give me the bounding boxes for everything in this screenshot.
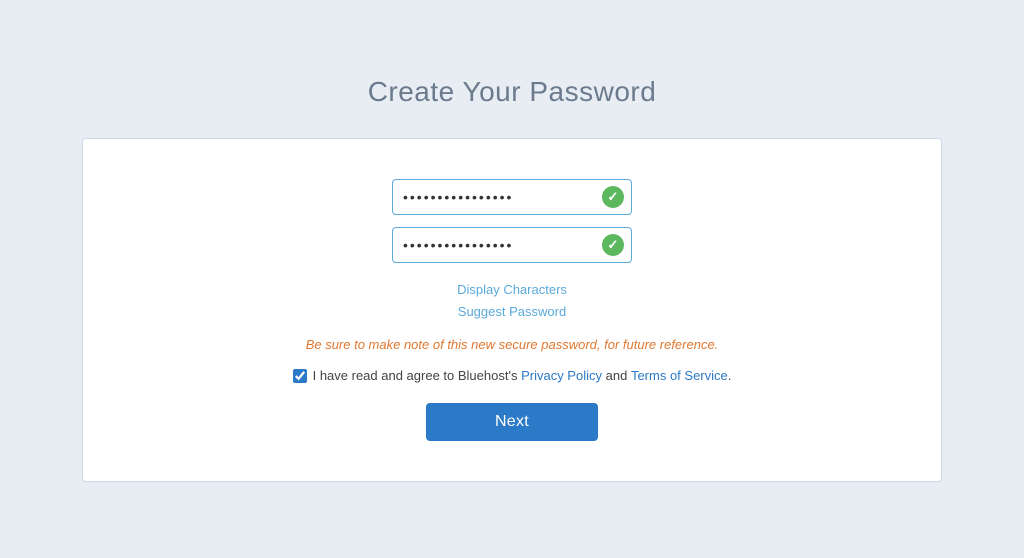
confirm-password-check-icon bbox=[602, 234, 624, 256]
password-input[interactable] bbox=[392, 179, 632, 215]
display-characters-link[interactable]: Display Characters bbox=[457, 279, 567, 301]
suggest-password-link[interactable]: Suggest Password bbox=[458, 301, 566, 323]
next-button[interactable]: Next bbox=[426, 403, 598, 441]
terms-of-service-link[interactable]: Terms of Service bbox=[631, 368, 728, 383]
form-section: Display Characters Suggest Password Be s… bbox=[133, 179, 891, 441]
password-links: Display Characters Suggest Password bbox=[457, 279, 567, 323]
confirm-password-input-row bbox=[392, 227, 632, 263]
form-card: Display Characters Suggest Password Be s… bbox=[82, 138, 942, 482]
agreement-text: I have read and agree to Bluehost's Priv… bbox=[313, 368, 732, 383]
confirm-password-input[interactable] bbox=[392, 227, 632, 263]
page-title: Create Your Password bbox=[368, 76, 657, 108]
password-check-icon bbox=[602, 186, 624, 208]
agreement-checkbox[interactable] bbox=[293, 369, 307, 383]
password-input-row bbox=[392, 179, 632, 215]
agreement-row: I have read and agree to Bluehost's Priv… bbox=[293, 368, 732, 383]
privacy-policy-link[interactable]: Privacy Policy bbox=[521, 368, 602, 383]
warning-text: Be sure to make note of this new secure … bbox=[306, 337, 719, 352]
